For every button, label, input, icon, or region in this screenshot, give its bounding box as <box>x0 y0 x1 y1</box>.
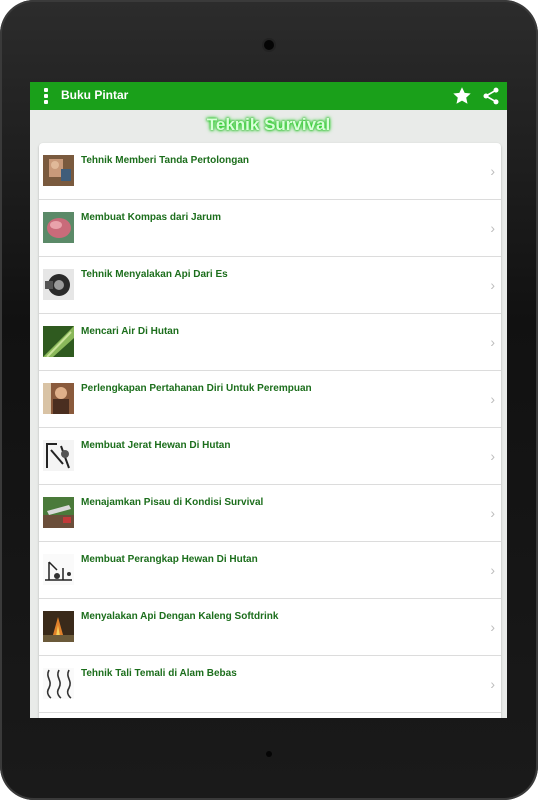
item-label: Membuat Jerat Hewan Di Hutan <box>81 440 231 451</box>
list-item[interactable]: Tehnik Tali Temali di Alam Bebas › <box>39 656 501 713</box>
chevron-right-icon: › <box>490 562 495 578</box>
item-label: Membuat Kompas dari Jarum <box>81 212 222 223</box>
list-item[interactable]: Menyalakan Api Dengan Kaleng Softdrink › <box>39 599 501 656</box>
tablet-frame: Buku Pintar Teknik Survival Tehnik Membe… <box>0 0 538 800</box>
item-label: Perlengkapan Pertahanan Diri Untuk Perem… <box>81 383 312 394</box>
item-thumbnail <box>43 611 74 642</box>
list-item[interactable]: Membuat Perangkap Hewan Di Hutan › <box>39 542 501 599</box>
list-item[interactable]: Mencari Air Di Hutan › <box>39 314 501 371</box>
item-label: Menajamkan Pisau di Kondisi Survival <box>81 497 264 508</box>
item-thumbnail <box>43 440 74 471</box>
chevron-right-icon: › <box>490 220 495 236</box>
item-thumbnail <box>43 326 74 357</box>
chevron-right-icon: › <box>490 277 495 293</box>
item-label: Mencari Air Di Hutan <box>81 326 179 337</box>
chevron-right-icon: › <box>490 334 495 350</box>
list-item[interactable]: Membuat Kompas dari Jarum › <box>39 200 501 257</box>
item-label: Membuat Perangkap Hewan Di Hutan <box>81 554 258 565</box>
item-thumbnail <box>43 383 74 414</box>
front-camera <box>264 40 274 50</box>
chevron-right-icon: › <box>490 391 495 407</box>
star-icon[interactable] <box>451 85 473 107</box>
list-item[interactable]: Menajamkan Pisau di Kondisi Survival › <box>39 485 501 542</box>
overflow-dots-icon[interactable] <box>40 88 52 104</box>
item-label: Tehnik Tali Temali di Alam Bebas <box>81 668 237 679</box>
chevron-right-icon: › <box>490 619 495 635</box>
home-indicator <box>266 751 272 757</box>
item-label: Menyalakan Api Dengan Kaleng Softdrink <box>81 611 279 622</box>
item-thumbnail <box>43 212 74 243</box>
item-thumbnail <box>43 497 74 528</box>
chevron-right-icon: › <box>490 676 495 692</box>
chevron-right-icon: › <box>490 163 495 179</box>
app-title: Buku Pintar <box>61 88 129 102</box>
list-item[interactable]: Membuat Jerat Hewan Di Hutan › <box>39 428 501 485</box>
item-thumbnail <box>43 155 74 186</box>
chevron-right-icon: › <box>490 505 495 521</box>
chevron-right-icon: › <box>490 448 495 464</box>
list-item[interactable]: Tehnik Memberi Tanda Pertolongan › <box>39 143 501 200</box>
app-bar: Buku Pintar <box>30 82 507 110</box>
list-item[interactable]: Tehnik Menyalakan Api Dari Es › <box>39 257 501 314</box>
page-title: Teknik Survival <box>206 115 331 134</box>
item-label: Tehnik Menyalakan Api Dari Es <box>81 269 228 280</box>
item-thumbnail <box>43 269 74 300</box>
item-thumbnail <box>43 554 74 585</box>
list-item[interactable]: Perlengkapan Pertahanan Diri Untuk Perem… <box>39 371 501 428</box>
share-icon[interactable] <box>481 86 501 106</box>
article-list: Tehnik Memberi Tanda Pertolongan › Membu… <box>39 143 501 718</box>
item-label: Tehnik Memberi Tanda Pertolongan <box>81 155 249 166</box>
item-thumbnail <box>43 668 74 699</box>
app-screen: Buku Pintar Teknik Survival Tehnik Membe… <box>30 82 507 718</box>
